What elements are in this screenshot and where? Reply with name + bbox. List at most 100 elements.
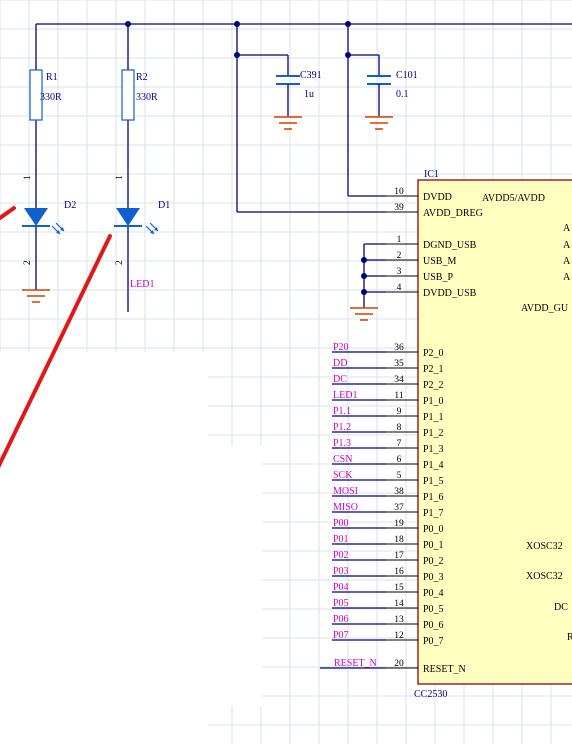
net-label: MOSI [333, 486, 358, 497]
ic1-right-pin-name: XOSC32 [526, 571, 563, 582]
net-label: P07 [333, 630, 349, 641]
schematic-canvas: R1 330R R2 330R C391 1u C101 0.1 D2 1 2 … [0, 0, 572, 744]
ic1-pin-number: 1 [397, 235, 402, 245]
net-label: P06 [333, 614, 349, 625]
net-label: DC [333, 374, 347, 385]
ic1-pin-name: P0_3 [423, 572, 444, 583]
ic1-pin-number: 16 [394, 567, 404, 577]
ic1-ref: IC1 [424, 169, 439, 180]
net-label: CSN [333, 454, 352, 465]
ic1-pin-number: 4 [397, 283, 402, 293]
net-label: P05 [333, 598, 349, 609]
resistor-r1[interactable]: R1 330R [29, 69, 62, 150]
c391-value: 1u [304, 89, 314, 100]
net-labels: P20 DD DC LED1 P1.1 P1.2 P1.3 CSN SCK MOSI MISO P00… [320, 342, 386, 669]
ic1-pin-name: DVDD [423, 192, 452, 203]
r2-value: 330R [136, 92, 158, 103]
ic1-pin-name: P1_5 [423, 476, 444, 487]
annotation-marker-stroke [0, 206, 16, 220]
c101-value: 0.1 [396, 89, 409, 100]
ic1-pin-name: P0_2 [423, 556, 444, 567]
d2-pin1: 1 [23, 175, 33, 180]
ic1-pin-number: 18 [394, 535, 404, 545]
ic1-pin-number: 19 [394, 519, 404, 529]
ic1-right-pin-name: A [563, 240, 571, 251]
ic1-pin-name: P0_5 [423, 604, 444, 615]
ic1-right-pin-name: A [563, 272, 571, 283]
ic1-pin-name: DGND_USB [423, 240, 477, 251]
ground-symbol-icon [22, 289, 50, 303]
ic1-pin-number: 37 [394, 503, 404, 513]
ic1-pin-number: 38 [394, 487, 404, 497]
ic1-pin-name: P1_1 [423, 412, 444, 423]
ic1-pin-number: 15 [394, 583, 404, 593]
ic1-pin-name: RESET_N [423, 664, 466, 675]
ic1-pin-name: P1_4 [423, 460, 444, 471]
ic1-pin-name: USB_P [423, 272, 453, 283]
net-label: P20 [333, 342, 349, 353]
ic1-right-pin-name: XOSC32 [526, 541, 563, 552]
ic1-pin-name: P2_1 [423, 364, 444, 375]
led-d2[interactable]: D2 1 2 [22, 150, 76, 290]
net-label: P1.3 [333, 438, 351, 449]
ic1-pin-name: USB_M [423, 256, 456, 267]
ic1-right-pin-name: AVDD_GU [521, 303, 569, 314]
capacitor-c391[interactable]: C391 1u [276, 55, 322, 116]
ic1-pin-name: AVDD_DREG [423, 208, 483, 219]
r2-ref: R2 [136, 72, 148, 83]
c101-ref: C101 [396, 70, 418, 81]
ic1-right-pin-name: AVDD5/AVDD [482, 193, 545, 204]
d2-pin2: 2 [23, 260, 33, 265]
ic1-pin-name: P0_0 [423, 524, 444, 535]
net-label: P04 [333, 582, 349, 593]
net-label: P1.1 [333, 406, 351, 417]
d1-pin2: 2 [115, 260, 125, 265]
net-label: LED1 [333, 390, 357, 401]
ic1-right-pin-name: A [563, 256, 571, 267]
c391-ref: C391 [300, 70, 322, 81]
ic1-pin-number: 10 [394, 187, 404, 197]
ic1-pin-name: P1_6 [423, 492, 444, 503]
ic1-pin-number: 7 [397, 439, 402, 449]
ground-symbol-icon [365, 116, 393, 130]
ic1-pin-number: 6 [397, 455, 402, 465]
net-label: P1.2 [333, 422, 351, 433]
ic1-pin-name: P0_7 [423, 636, 444, 647]
ic1-pin-number: 5 [397, 471, 402, 481]
d1-ref: D1 [158, 200, 170, 211]
ic1-pin-number: 2 [397, 251, 402, 261]
resistor-r2[interactable]: R2 330R [121, 69, 158, 150]
ic1-right-pin-name: DC [554, 602, 568, 613]
ic1-pin-number: 3 [397, 267, 402, 277]
ic1-pin-number: 9 [397, 407, 402, 417]
usb-ground-net [361, 243, 386, 308]
ic1-pin-name: P0_4 [423, 588, 444, 599]
net-label: P00 [333, 518, 349, 529]
capacitor-c101[interactable]: C101 0.1 [367, 55, 418, 116]
ic1-pin-name: P2_2 [423, 380, 444, 391]
ic1-pin-number: 20 [394, 659, 404, 669]
r1-value: 330R [40, 92, 62, 103]
net-label: P03 [333, 566, 349, 577]
ic1-right-pin-name: A [563, 223, 571, 234]
d1-pin1: 1 [115, 175, 125, 180]
ic1-part: CC2530 [414, 689, 447, 700]
ic1-pin-number: 39 [394, 203, 404, 213]
d2-ref: D2 [64, 200, 76, 211]
ic1-pin-name: P1_2 [423, 428, 444, 439]
ic1-pin-name: P1_0 [423, 396, 444, 407]
ic1-pin-name: P0_6 [423, 620, 444, 631]
net-label: SCK [333, 470, 353, 481]
blank-region [0, 352, 208, 744]
ic1-pin-number: 13 [394, 615, 404, 625]
ic1-pin-number: 34 [394, 375, 404, 385]
ground-symbol-icon [274, 116, 302, 130]
d1-net-label: LED1 [130, 279, 154, 290]
ic1-pin-number: 14 [394, 599, 404, 609]
ic1-pin-name: DVDD_USB [423, 288, 477, 299]
net-label: DD [333, 358, 347, 369]
ic1-right-pin-name: R [567, 632, 572, 643]
ic1-pin-name: P1_3 [423, 444, 444, 455]
net-label: P02 [333, 550, 349, 561]
ic1-pin-number: 35 [394, 359, 404, 369]
